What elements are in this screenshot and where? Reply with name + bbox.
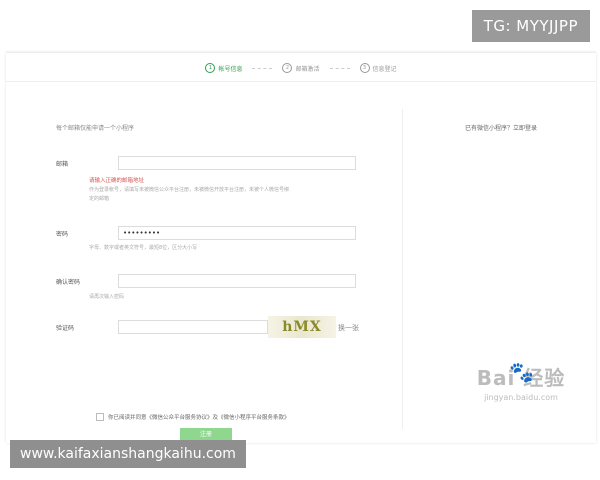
password-hint: 字母、数字或者英文符号，最短8位，区分大小写: [89, 245, 198, 251]
step-label: 邮箱激活: [295, 65, 320, 73]
step-separator: [252, 67, 273, 69]
step-label: 帐号信息: [218, 65, 243, 73]
step-number: 3: [359, 63, 370, 73]
confirm-password-hint: 请再次输入密码: [89, 294, 125, 300]
step-email-activation: 2 邮箱激活: [282, 63, 320, 73]
agreement-checkbox[interactable]: [96, 413, 104, 421]
registration-form: 每个邮箱仅能申请一个小程序 邮箱 请输入正确的邮箱地址 作为登录帐号，请填写未被…: [6, 83, 401, 443]
step-label: 信息登记: [372, 65, 397, 73]
email-label: 邮箱: [56, 161, 69, 168]
paw-icon: 🐾: [509, 360, 534, 384]
password-field[interactable]: •••••••••: [118, 226, 356, 240]
email-hint-line2: 定的邮箱: [89, 196, 110, 202]
step-number: 1: [205, 63, 216, 73]
step-info-registration: 3 信息登记: [359, 63, 397, 73]
step-indicator: 1 帐号信息 2 邮箱激活 3 信息登记: [6, 59, 596, 77]
step-account-info: 1 帐号信息: [205, 63, 242, 73]
captcha-image[interactable]: hMX: [268, 316, 336, 338]
email-field[interactable]: [118, 156, 356, 170]
agreement-text: 你已阅读并同意《微信公众平台服务协议》及《微信小程序平台服务条款》: [108, 415, 290, 421]
login-link[interactable]: 已有微信小程序？立即登录: [406, 123, 596, 132]
captcha-input[interactable]: [118, 320, 268, 334]
site-badge: www.kaifaxianshangkaihu.com: [10, 440, 246, 468]
step-separator: [329, 67, 350, 69]
tg-badge: TG: MYYJJPP: [471, 10, 590, 42]
email-hint-line1: 作为登录帐号，请填写未被微信公众平台注册，未被微信开放平台注册，未被个人微信号绑: [89, 187, 290, 193]
agreement-row: 你已阅读并同意《微信公众平台服务协议》及《微信小程序平台服务条款》: [96, 413, 290, 421]
form-intro: 每个邮箱仅能申请一个小程序: [56, 125, 135, 132]
confirm-password-field[interactable]: [118, 274, 356, 288]
step-number: 2: [282, 63, 293, 73]
watermark-url: jingyan.baidu.com: [484, 393, 558, 402]
captcha-refresh-link[interactable]: 换一张: [338, 323, 359, 333]
steps-divider: [6, 81, 596, 82]
email-error: 请输入正确的邮箱地址: [89, 178, 145, 184]
column-divider: [402, 109, 403, 429]
baidu-watermark: 🐾 Bai 经验 jingyan.baidu.com: [462, 360, 580, 412]
password-label: 密码: [56, 231, 69, 238]
captcha-label: 验证码: [56, 325, 75, 332]
confirm-password-label: 确认密码: [56, 279, 81, 286]
